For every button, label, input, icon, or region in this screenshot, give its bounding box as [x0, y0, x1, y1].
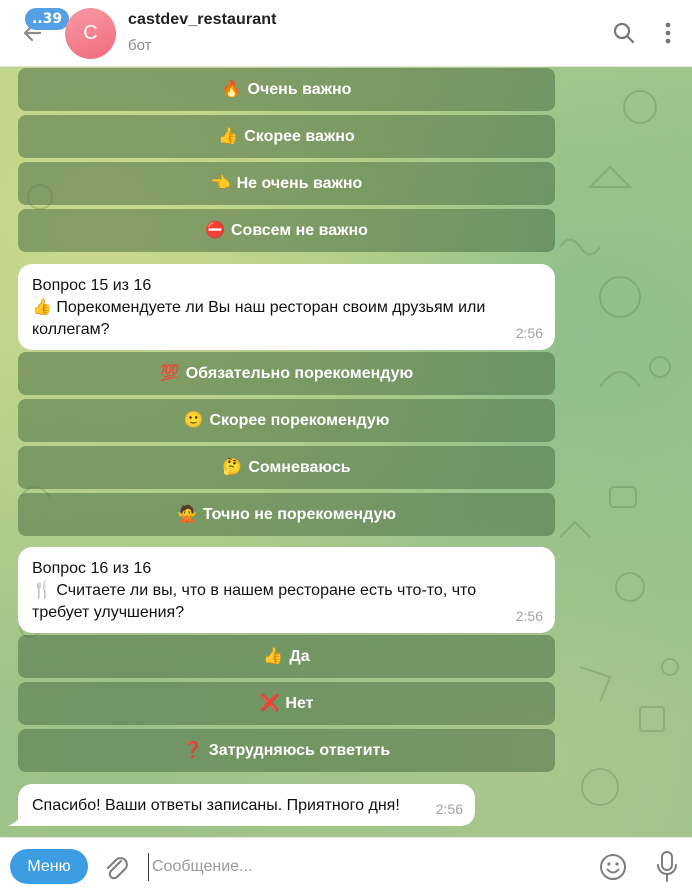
bot-message-question-16: Вопрос 16 из 16 🍴 Считаете ли вы, что в … — [18, 547, 555, 633]
inline-button-rather-recommend[interactable]: 🙂 Скорее порекомендую — [18, 399, 555, 442]
message-composer: Меню — [0, 837, 692, 896]
message-input[interactable] — [148, 853, 574, 881]
more-vertical-icon[interactable] — [655, 20, 681, 46]
inline-button-hard-to-answer[interactable]: ❓ Затрудняюсь ответить — [18, 729, 555, 772]
bot-message-question-15: Вопрос 15 из 16 👍 Порекомендуете ли Вы н… — [18, 264, 555, 350]
inline-button-no[interactable]: ❌ Нет — [18, 682, 555, 725]
inline-button-doubt[interactable]: 🤔 Сомневаюсь — [18, 446, 555, 489]
paperclip-icon[interactable] — [102, 852, 130, 882]
bubble-tail — [8, 812, 24, 826]
question-text-continued: требует улучшения? — [32, 604, 185, 621]
bot-message-thanks: Спасибо! Ваши ответы записаны. Приятного… — [18, 784, 475, 826]
question-number: Вопрос 15 из 16 — [32, 277, 152, 294]
message-text: Спасибо! Ваши ответы записаны. Приятного… — [32, 797, 400, 814]
message-time: 2:56 — [515, 608, 543, 624]
question-number: Вопрос 16 из 16 — [32, 560, 152, 577]
message-time: 2:56 — [435, 801, 463, 817]
question-text-continued: коллегам? — [32, 321, 110, 338]
chat-header: ..39 C castdev_restaurant бот — [0, 0, 692, 67]
question-text: 🍴 Считаете ли вы, что в нашем ресторане … — [32, 582, 477, 599]
inline-button-definitely-recommend[interactable]: 💯 Обязательно порекомендую — [18, 352, 555, 395]
message-time: 2:56 — [515, 325, 543, 341]
avatar[interactable]: C — [65, 8, 116, 59]
menu-button[interactable]: Меню — [10, 849, 88, 884]
chat-title[interactable]: castdev_restaurant — [128, 11, 277, 29]
inline-button-yes[interactable]: 👍 Да — [18, 635, 555, 678]
search-icon[interactable] — [611, 20, 637, 46]
inline-button-very-important[interactable]: 🔥 Очень важно — [18, 68, 555, 111]
chat-subtitle: бот — [128, 37, 152, 54]
microphone-icon[interactable] — [654, 850, 680, 884]
unread-badge: ..39 — [25, 8, 70, 30]
inline-button-not-important-at-all[interactable]: ⛔ Совсем не важно — [18, 209, 555, 252]
inline-button-rather-important[interactable]: 👍 Скорее важно — [18, 115, 555, 158]
question-text: 👍 Порекомендуете ли Вы наш ресторан свои… — [32, 299, 486, 316]
inline-button-definitely-not-recommend[interactable]: 🙅 Точно не порекомендую — [18, 493, 555, 536]
smile-icon[interactable] — [598, 852, 628, 882]
chat-area[interactable]: 🔥 Очень важно 👍 Скорее важно 👈 Не очень важ… — [0, 67, 692, 837]
inline-button-not-very-important[interactable]: 👈 Не очень важно — [18, 162, 555, 205]
